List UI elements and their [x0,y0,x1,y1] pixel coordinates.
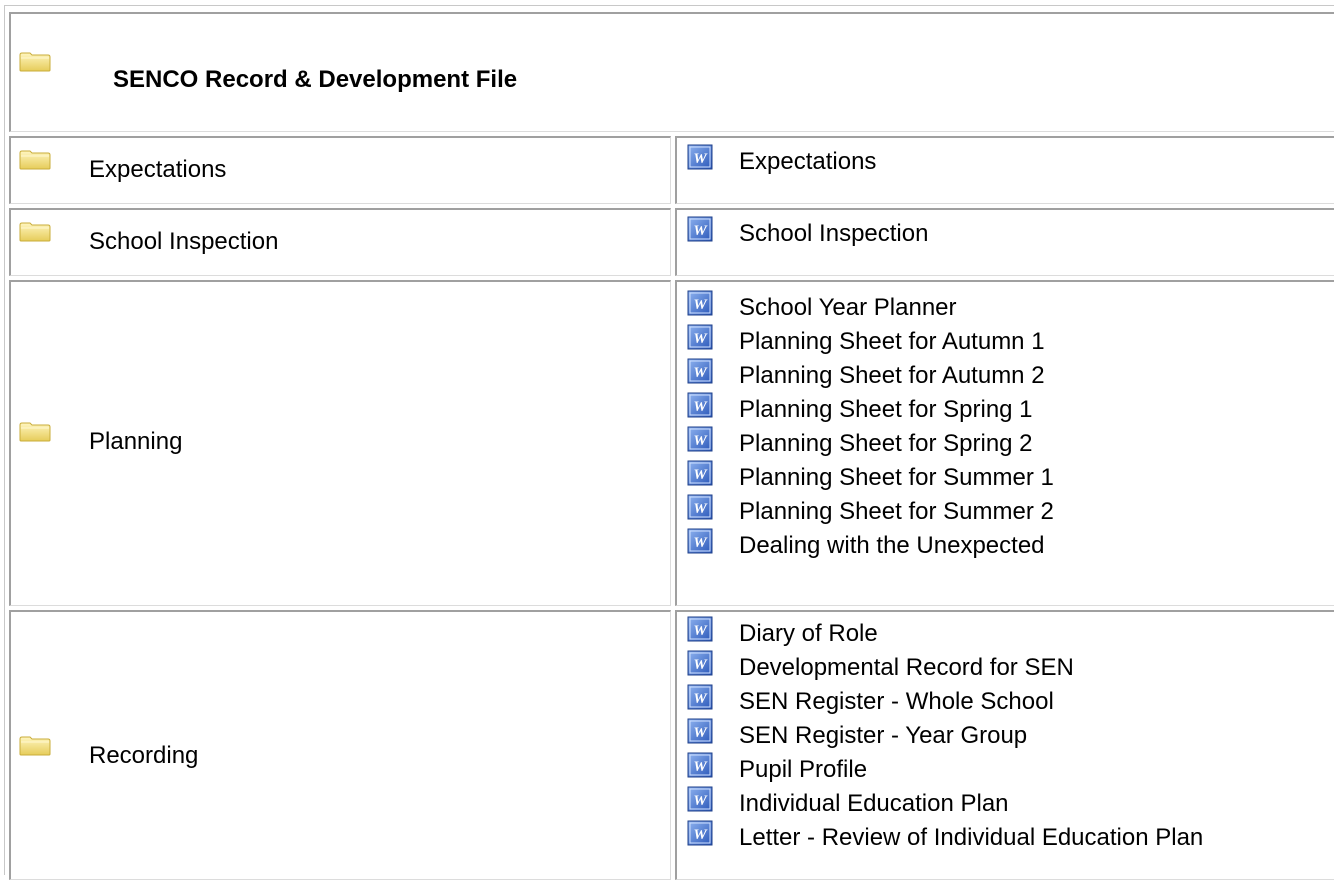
document-label: Planning Sheet for Summer 1 [739,464,1054,491]
folder-icon [19,422,51,442]
file-index-table: SENCO Record & Development File Expectat… [4,5,1334,880]
word-document-icon [687,216,713,242]
word-document-icon [687,426,713,452]
title-cell: SENCO Record & Development File [9,12,1334,132]
folder-cell-recording[interactable]: Recording [9,610,671,880]
folder-icon [19,150,51,170]
document-label: Individual Education Plan [739,790,1009,817]
word-document-icon [687,786,713,812]
folder-cell-expectations[interactable]: Expectations [9,136,671,204]
word-document-icon [687,460,713,486]
word-document-icon [687,650,713,676]
document-label: Developmental Record for SEN [739,654,1074,681]
document-label: Planning Sheet for Autumn 1 [739,328,1045,355]
word-document-icon [687,684,713,710]
document-label: Expectations [739,148,877,175]
word-document-icon [687,616,713,642]
word-document-icon [687,290,713,316]
document-label: Planning Sheet for Spring 1 [739,396,1033,423]
folder-cell-planning[interactable]: Planning [9,280,671,606]
folder-icon [19,52,51,72]
document-label: Dealing with the Unexpected [739,532,1045,559]
word-document-icon [687,392,713,418]
word-document-icon [687,358,713,384]
page-title: SENCO Record & Development File [113,66,518,93]
folder-icon [19,736,51,756]
word-document-icon [687,144,713,170]
word-document-icon [687,324,713,350]
document-label: Letter - Review of Individual Education … [739,824,1204,851]
document-label: School Inspection [739,220,929,247]
folder-label: Planning [89,428,183,455]
documents-cell-expectations: Expectations [675,136,1334,204]
folder-label: Recording [89,742,199,769]
word-document-icon [687,494,713,520]
document-label: Pupil Profile [739,756,868,783]
document-label: School Year Planner [739,294,957,321]
folder-cell-school-inspection[interactable]: School Inspection [9,208,671,276]
word-document-icon [687,718,713,744]
documents-cell-recording: Diary of Role Developmental Record for S… [675,610,1334,880]
document-label: Planning Sheet for Spring 2 [739,430,1033,457]
document-label: Planning Sheet for Autumn 2 [739,362,1045,389]
document-label: SEN Register - Year Group [739,722,1028,749]
folder-label: Expectations [89,156,227,183]
document-label: Planning Sheet for Summer 2 [739,498,1054,525]
document-label: Diary of Role [739,620,878,647]
word-document-icon [687,752,713,778]
folder-icon [19,222,51,242]
word-document-icon [687,528,713,554]
documents-cell-planning: School Year Planner Planning Sheet for A… [675,280,1334,606]
documents-cell-school-inspection: School Inspection [675,208,1334,276]
word-document-icon [687,820,713,846]
document-label: SEN Register - Whole School [739,688,1054,715]
folder-label: School Inspection [89,228,279,255]
